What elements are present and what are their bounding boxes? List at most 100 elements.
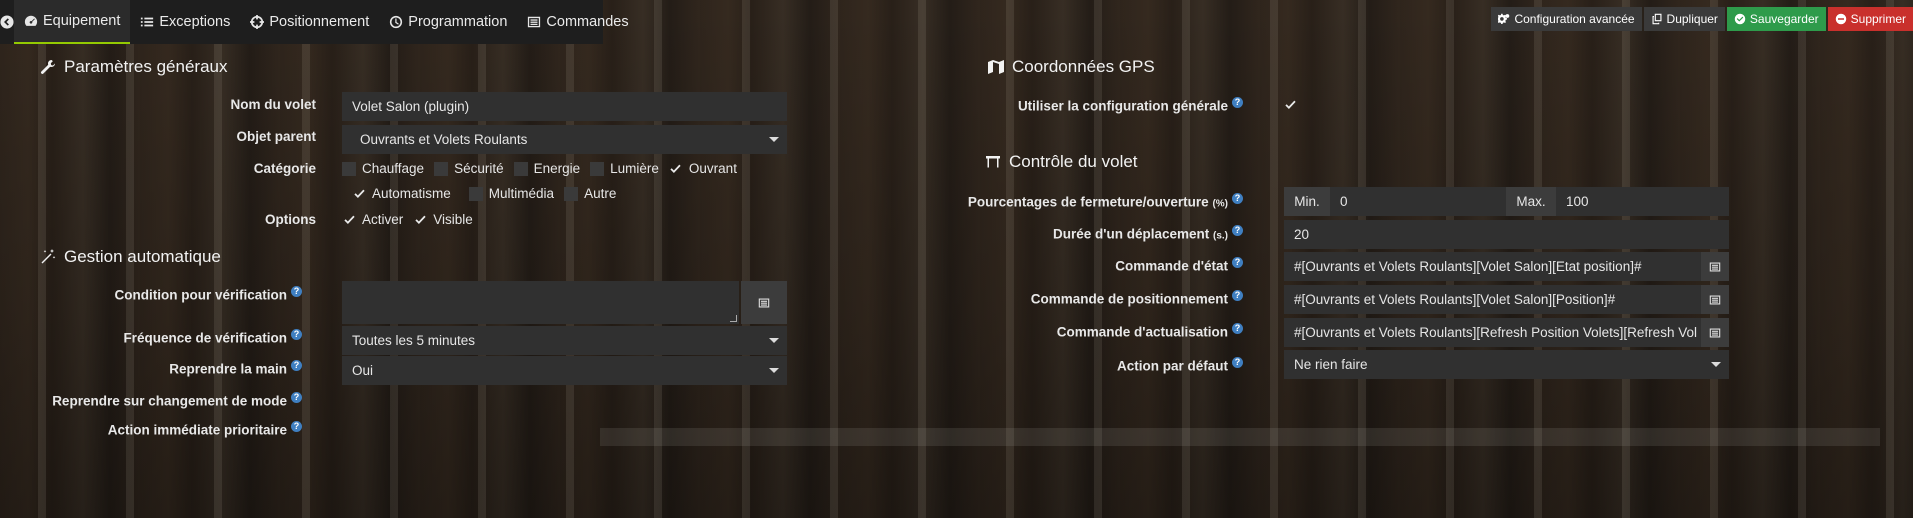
refresh-cmd-list-button[interactable] (1701, 318, 1729, 347)
back-button[interactable] (0, 0, 14, 44)
checkbox[interactable] (434, 161, 449, 176)
tab-programmation[interactable]: Programmation (379, 0, 517, 44)
category-ouvrant[interactable]: Ouvrant (669, 161, 737, 176)
checkmark-icon[interactable] (342, 213, 356, 227)
copy-icon (1652, 13, 1662, 25)
duplicate-button[interactable]: Dupliquer (1643, 7, 1725, 31)
parent-label: Objet parent (236, 129, 316, 144)
checkbox[interactable] (590, 161, 605, 176)
tab-positionnement[interactable]: Positionnement (240, 0, 379, 44)
gps-title: Coordonnées GPS (1012, 57, 1155, 76)
tachometer-icon (24, 14, 38, 28)
options-row: Activer Visible (342, 212, 473, 227)
checkbox[interactable] (564, 186, 579, 201)
checkmark-icon[interactable] (1283, 97, 1297, 111)
default-action-label: Action par défaut? (1117, 357, 1243, 374)
tab-equipement[interactable]: Equipement (14, 0, 131, 44)
mode-change-label-text: Reprendre sur changement de mode (52, 393, 287, 409)
map-icon (988, 60, 1004, 74)
name-input[interactable]: Volet Salon (plugin) (342, 92, 787, 121)
category-autre[interactable]: Autre (564, 186, 616, 201)
position-cmd-label: Commande de positionnement? (1031, 290, 1243, 307)
default-action-select[interactable]: Ne rien faire (1284, 350, 1729, 379)
help-icon[interactable]: ? (1232, 257, 1243, 268)
state-cmd-list-button[interactable] (1701, 252, 1729, 281)
help-icon[interactable]: ? (1232, 225, 1243, 236)
category-automatisme[interactable]: Automatisme (352, 186, 451, 201)
condition-list-button[interactable] (741, 281, 787, 324)
checkmark-icon[interactable] (669, 162, 683, 176)
option-activer[interactable]: Activer (342, 212, 403, 227)
tab-exceptions[interactable]: Exceptions (130, 0, 240, 44)
use-general-label: Utiliser la configuration générale? (1018, 97, 1243, 114)
min-addon: Min. (1284, 187, 1330, 216)
max-input[interactable]: 100 (1556, 187, 1729, 216)
use-general-checkbox-wrap (1283, 97, 1297, 111)
save-button[interactable]: Sauvegarder (1726, 7, 1826, 31)
gps-section-title: Coordonnées GPS (988, 57, 1155, 77)
checkmark-icon[interactable] (352, 187, 366, 201)
tab-exceptions-label: Exceptions (159, 14, 231, 30)
clock-icon (389, 15, 403, 29)
frequency-select[interactable]: Toutes les 5 minutes (342, 326, 787, 355)
duration-unit: (s.) (1213, 230, 1228, 242)
category-lumiere[interactable]: Lumière (590, 161, 659, 176)
position-cmd-label-text: Commande de positionnement (1030, 291, 1228, 307)
help-icon[interactable]: ? (1232, 357, 1243, 368)
duration-label-text: Durée d'un déplacement (1052, 226, 1210, 242)
condition-textarea[interactable] (342, 281, 739, 324)
checkbox[interactable] (468, 186, 483, 201)
percent-label: Pourcentages de fermeture/ouverture (%)? (968, 193, 1243, 210)
help-icon[interactable]: ? (1232, 323, 1243, 334)
percent-label-text: Pourcentages de fermeture/ouverture (967, 194, 1209, 210)
auto-title: Gestion automatique (64, 247, 221, 266)
mode-change-label: Reprendre sur changement de mode? (52, 392, 302, 409)
action-buttons: Configuration avancée Dupliquer Sauvegar… (1491, 7, 1913, 31)
help-icon[interactable]: ? (291, 329, 302, 340)
control-section-title: Contrôle du volet (985, 152, 1138, 172)
priority-label-text: Action immédiate prioritaire (107, 422, 287, 438)
delete-button[interactable]: Supprimer (1827, 7, 1913, 31)
position-cmd-input[interactable]: #[Ouvrants et Volets Roulants][Volet Sal… (1284, 285, 1701, 314)
help-icon[interactable]: ? (291, 421, 302, 432)
state-cmd-input[interactable]: #[Ouvrants et Volets Roulants][Volet Sal… (1284, 252, 1701, 281)
category-multimedia[interactable]: Multimédia (468, 186, 554, 201)
tab-bar: Equipement Exceptions Positionnement Pro… (0, 0, 629, 44)
checkmark-icon[interactable] (413, 213, 427, 227)
help-icon[interactable]: ? (291, 286, 302, 297)
advanced-config-button[interactable]: Configuration avancée (1491, 7, 1642, 31)
tab-commandes[interactable]: Commandes (517, 0, 638, 44)
refresh-cmd-input[interactable]: #[Ouvrants et Volets Roulants][Refresh P… (1284, 318, 1701, 347)
save-label: Sauvegarder (1749, 12, 1819, 26)
parent-select[interactable]: Ouvrants et Volets Roulants (342, 125, 787, 154)
arrow-left-circle-icon (0, 15, 14, 29)
duration-input[interactable]: 20 (1284, 220, 1729, 249)
name-label: Nom du volet (230, 97, 316, 112)
option-activer-label: Activer (362, 212, 404, 227)
checkbox[interactable] (342, 161, 356, 176)
help-icon[interactable]: ? (1232, 193, 1243, 204)
help-icon[interactable]: ? (291, 392, 302, 403)
list-alt-icon (527, 15, 541, 29)
checkbox[interactable] (513, 161, 528, 176)
background-band (600, 428, 1880, 446)
position-cmd-list-button[interactable] (1701, 285, 1729, 314)
help-icon[interactable]: ? (1232, 290, 1243, 301)
category-securite[interactable]: Sécurité (434, 161, 504, 176)
refresh-cmd-label: Commande d'actualisation? (1057, 323, 1243, 340)
category-row-2: Automatisme Multimédia Autre (352, 186, 616, 201)
list-alt-icon (1709, 295, 1721, 304)
minus-circle-icon (1835, 13, 1846, 25)
help-icon[interactable]: ? (291, 360, 302, 371)
category-chauffage[interactable]: Chauffage (342, 161, 424, 176)
option-visible-label: Visible (433, 212, 473, 227)
help-icon[interactable]: ? (1232, 97, 1243, 108)
category-energie[interactable]: Energie (513, 161, 580, 176)
option-visible[interactable]: Visible (413, 212, 473, 227)
takeover-label-text: Reprendre la main (169, 361, 287, 377)
min-input[interactable]: 0 (1330, 187, 1506, 216)
list-alt-icon (1709, 328, 1721, 337)
category-label: Catégorie (253, 161, 316, 176)
state-cmd-label-text: Commande d'état (1115, 258, 1228, 274)
takeover-select[interactable]: Oui (342, 356, 787, 385)
